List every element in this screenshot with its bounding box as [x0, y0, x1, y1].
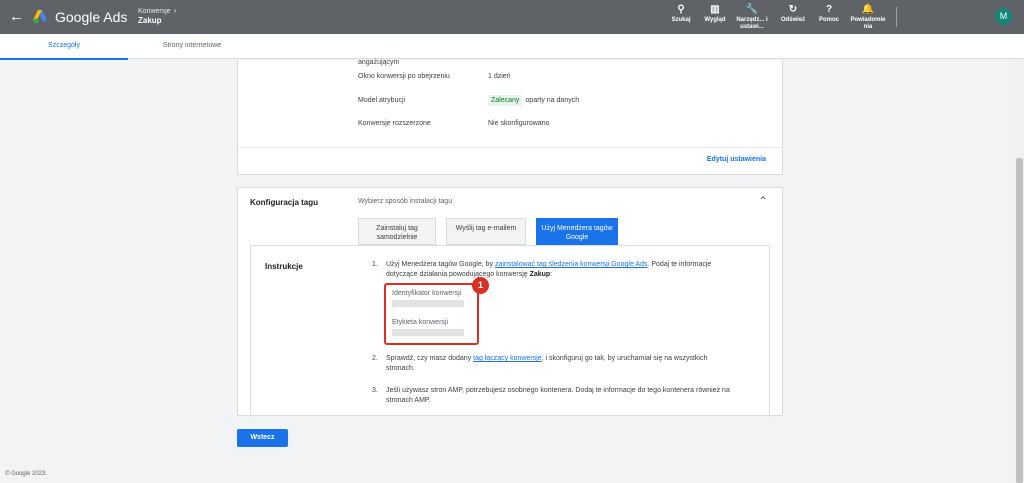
tool-label: Powiadomie nia — [850, 17, 886, 30]
search-icon: ⚲ — [677, 4, 685, 15]
conversion-linker-link[interactable]: tag łączący konwersje — [473, 355, 541, 362]
tool-label: Szukaj — [671, 17, 691, 23]
instruction-step: 3. Jeśli używasz stron AMP, potrzebujesz… — [372, 386, 730, 404]
notifications-tool-button[interactable]: 🔔 Powiadomie nia — [848, 4, 888, 31]
instruction-step: 1. Użyj Menedżera tagów Google, by zains… — [372, 260, 711, 278]
step-text-part: Sprawdź, czy masz dodany — [386, 355, 474, 362]
help-tool-button[interactable]: ? Pomoc — [816, 4, 842, 24]
tool-label: Pomoc — [818, 17, 839, 23]
google-tag-manager-option[interactable]: Użyj Menedżera tagów Google — [536, 218, 618, 245]
settings-row-label: Konwersje rozszerzone — [358, 120, 431, 127]
refresh-tool-button[interactable]: ↻ Odśwież — [778, 4, 808, 24]
back-arrow-icon[interactable]: ← — [9, 8, 24, 26]
tag-config-subtitle: Wybierz sposób instalacji tagu — [358, 198, 453, 205]
step-text: Użyj Menedżera tagów Google, by zainstal… — [386, 260, 738, 280]
conversion-id-value-redacted — [392, 300, 464, 307]
scrollbar-thumb[interactable] — [1016, 158, 1023, 483]
tab-websites[interactable]: Strony internetowe — [128, 34, 256, 59]
step-number: 1. — [372, 261, 378, 268]
settings-row-value: Zalecany oparty na danych — [488, 95, 579, 106]
tab-details[interactable]: Szczegóły — [0, 34, 128, 60]
page-title: Zakup — [138, 16, 162, 25]
step-text-part: : — [550, 271, 553, 278]
avatar[interactable]: M — [995, 8, 1012, 25]
tools-settings-button[interactable]: 🔧 Narzędz... i ustawi... — [734, 4, 770, 31]
breadcrumb-item[interactable]: Konwersje — [138, 8, 171, 15]
annotation-badge: 1 — [472, 277, 489, 294]
brand-name: Google Ads — [55, 9, 128, 25]
step-text: Jeśli używasz stron AMP, potrzebujesz os… — [386, 387, 730, 404]
install-tracking-tag-link[interactable]: zainstalować tag śledzenia konwersji Goo… — [495, 261, 648, 268]
conversion-label-value-redacted — [392, 329, 464, 336]
breadcrumb[interactable]: Konwersje › — [138, 6, 176, 16]
help-icon: ? — [825, 4, 833, 15]
edit-settings-button[interactable]: Edytuj ustawienia — [707, 156, 766, 163]
settings-row-value: 1 dzień — [488, 73, 511, 80]
step-text-part: Użyj Menedżera tagów Google, by — [386, 261, 495, 268]
recommended-chip: Zalecany — [488, 95, 523, 106]
tool-label: Odśwież — [780, 17, 806, 23]
search-tool-button[interactable]: ⚲ Szukaj — [668, 4, 694, 24]
instructions-title: Instrukcje — [265, 262, 303, 271]
attribution-model-value: oparty na danych — [525, 97, 580, 104]
tool-label: Narzędz... i ustawi... — [736, 17, 768, 30]
conversion-settings-card: angażującym Okno konwersji po obejrzeniu… — [237, 59, 784, 175]
install-yourself-option[interactable]: Zainstaluj tag samodzielnie — [358, 218, 436, 245]
step-number: 3. — [372, 387, 378, 394]
bell-icon: 🔔 — [861, 4, 875, 15]
breadcrumb-chevron-icon: › — [173, 6, 177, 15]
appearance-icon: ▥ — [710, 4, 720, 15]
conversion-action-name: Zakup — [529, 271, 551, 278]
email-tag-option[interactable]: Wyślij tag e-mailem — [446, 218, 526, 245]
settings-row-value: Nie skonfigurowano — [488, 120, 550, 127]
back-button[interactable]: Wstecz — [237, 429, 288, 447]
wrench-icon: 🔧 — [745, 4, 759, 15]
highlight-box: Identyfikator konwersji Etykieta konwers… — [384, 283, 479, 345]
appearance-tool-button[interactable]: ▥ Wygląd — [702, 4, 728, 24]
toolbar-divider — [896, 7, 897, 27]
tab-bar: Szczegóły Strony internetowe — [0, 34, 1024, 60]
tag-configuration-card: Konfiguracja tagu Wybierz sposób instala… — [237, 187, 783, 417]
tag-config-title: Konfiguracja tagu — [250, 198, 319, 207]
google-ads-logo-icon — [33, 10, 47, 24]
instruction-step: 2. Sprawdź, czy masz dodany tag łączący … — [372, 354, 707, 372]
footer-copyright: © Google 2023. — [5, 471, 48, 477]
divider — [238, 147, 784, 148]
conversion-label-label: Etykieta konwersji — [392, 319, 449, 326]
conversion-id-label: Identyfikator konwersji — [392, 290, 462, 297]
collapse-chevron-up-icon[interactable]: ⌃ — [758, 194, 768, 208]
tool-label: Wygląd — [704, 17, 726, 23]
instructions-panel: Instrukcje 1. Użyj Menedżera tagów Googl… — [250, 245, 770, 417]
settings-row-label: Model atrybucji — [358, 97, 406, 104]
step-number: 2. — [372, 355, 378, 362]
step-text: Sprawdź, czy masz dodany tag łączący kon… — [386, 354, 738, 374]
settings-row-label: Okno konwersji po obejrzeniu — [358, 73, 450, 80]
settings-cut-text: angażującym — [358, 59, 400, 66]
top-bar: ← Google Ads Konwersje › Zakup ⚲ Szukaj ▥… — [0, 0, 1024, 34]
refresh-icon: ↻ — [788, 4, 798, 15]
